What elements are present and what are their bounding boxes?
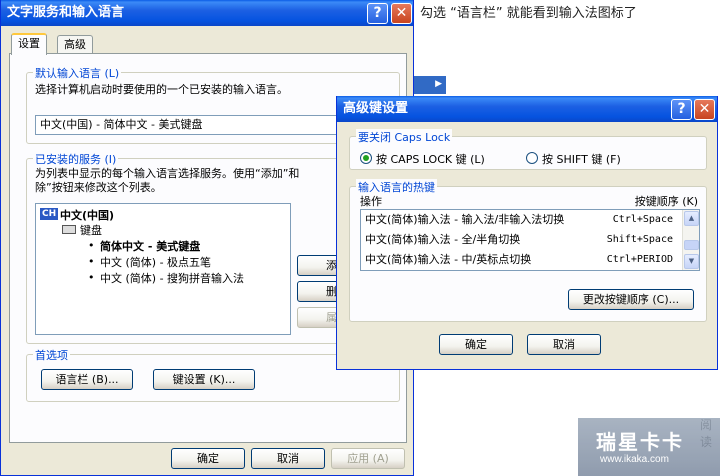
watermark-url: www.ikaka.com: [600, 454, 669, 465]
keyboard-icon: [62, 225, 76, 234]
tree-language-node[interactable]: 中文(中国): [60, 207, 114, 223]
chevron-right-icon: ▶: [435, 79, 442, 89]
tab-settings[interactable]: 设置: [11, 33, 47, 55]
tree-bullet-3: •: [88, 271, 95, 284]
advanced-key-settings-dialog: 高级键设置 ? ✕ 要关闭 Caps Lock 按 CAPS LOCK 键 (L…: [336, 96, 718, 370]
dialog-help-button[interactable]: ?: [671, 99, 692, 120]
hotkey-action: 中文(简体)输入法 - 全/半角切换: [365, 233, 521, 246]
hotkey-keys: Shift+Space: [606, 234, 673, 245]
background-instruction-text: 勾选 “语言栏” 就能看到输入法图标了: [420, 6, 637, 21]
tree-keyboard-node[interactable]: 键盘: [80, 222, 102, 238]
column-action-header: 操作: [360, 195, 382, 208]
ok-button[interactable]: 确定: [171, 448, 245, 469]
cancel-button[interactable]: 取消: [251, 448, 325, 469]
scroll-up-icon[interactable]: ▲: [684, 211, 699, 226]
watermark-title: 瑞星卡卡: [596, 430, 684, 454]
hotkey-action: 中文(简体)输入法 - 中/英标点切换: [365, 253, 532, 266]
scroll-down-icon[interactable]: ▼: [684, 254, 699, 269]
dialog-title: 高级键设置: [343, 101, 409, 116]
dialog-cancel-button[interactable]: 取消: [527, 334, 601, 355]
hotkeys-group: 输入语言的热键 操作 按键顺序 (K) 中文(简体)输入法 - 输入法/非输入法…: [349, 179, 707, 322]
tree-item-jidian-wubi[interactable]: 中文 (简体) - 极点五笔: [100, 254, 211, 270]
preferences-label: 首选项: [33, 347, 70, 363]
tree-item-sogou-pinyin[interactable]: 中文 (简体) - 搜狗拼音输入法: [100, 270, 244, 286]
default-language-label: 默认输入语言 (L): [33, 65, 122, 81]
hotkeys-list[interactable]: 中文(简体)输入法 - 输入法/非输入法切换 Ctrl+Space 中文(简体)…: [360, 209, 700, 271]
language-bar-button[interactable]: 语言栏 (B)...: [41, 369, 133, 390]
installed-services-tree[interactable]: CH 中文(中国) 键盘 • 简体中文 - 美式键盘 • 中文 (简体) - 极…: [35, 203, 291, 335]
shift-key-label[interactable]: 按 SHIFT 键 (F): [542, 151, 621, 167]
dialog-titlebar[interactable]: 高级键设置 ? ✕: [337, 96, 717, 122]
tree-bullet-1: •: [88, 239, 95, 252]
change-key-sequence-button[interactable]: 更改按键顺序 (C)...: [568, 289, 694, 310]
default-language-description: 选择计算机启动时要使用的一个已安装的输入语言。: [35, 83, 288, 96]
key-settings-button[interactable]: 键设置 (K)...: [153, 369, 255, 390]
hotkey-row[interactable]: 中文(简体)输入法 - 全/半角切换 Shift+Space: [361, 230, 693, 250]
apply-button[interactable]: 应用 (A): [331, 448, 405, 469]
hotkeys-scrollbar[interactable]: ▲ ▼: [682, 210, 699, 270]
caps-lock-group: 要关闭 Caps Lock 按 CAPS LOCK 键 (L) 按 SHIFT …: [349, 129, 707, 170]
dialog-ok-button[interactable]: 确定: [439, 334, 513, 355]
caps-lock-key-label[interactable]: 按 CAPS LOCK 键 (L): [376, 151, 485, 167]
shift-key-radio[interactable]: [526, 152, 538, 164]
background-menu-item[interactable]: ▶: [412, 76, 446, 94]
window-title: 文字服务和输入语言: [7, 5, 125, 20]
help-button[interactable]: ?: [367, 3, 388, 24]
hotkey-row[interactable]: 中文(简体)输入法 - 输入法/非输入法切换 Ctrl+Space: [361, 210, 693, 230]
hotkey-action: 中文(简体)输入法 - 输入法/非输入法切换: [365, 213, 565, 226]
caps-lock-key-radio[interactable]: [360, 152, 372, 164]
caps-lock-label: 要关闭 Caps Lock: [356, 129, 453, 145]
hotkey-keys: Ctrl+Space: [612, 214, 673, 225]
tree-bullet-2: •: [88, 255, 95, 268]
installed-services-description-2: 除”按钮来修改这个列表。: [35, 181, 162, 194]
column-keys-header: 按键顺序 (K): [634, 195, 698, 208]
dialog-close-button[interactable]: ✕: [694, 99, 715, 120]
tab-advanced[interactable]: 高级: [57, 35, 93, 55]
language-badge-icon: CH: [40, 208, 59, 220]
hotkey-row[interactable]: 中文(简体)输入法 - 中/英标点切换 Ctrl+PERIOD: [361, 250, 693, 270]
hotkey-keys: Ctrl+PERIOD: [606, 254, 673, 265]
text-services-titlebar[interactable]: 文字服务和输入语言 ? ✕: [1, 0, 413, 26]
tree-item-simplified-us[interactable]: 简体中文 - 美式键盘: [100, 238, 200, 254]
scroll-thumb[interactable]: [684, 240, 699, 250]
close-button[interactable]: ✕: [391, 3, 412, 24]
watermark-logo: 瑞星卡卡 www.ikaka.com: [578, 418, 720, 476]
